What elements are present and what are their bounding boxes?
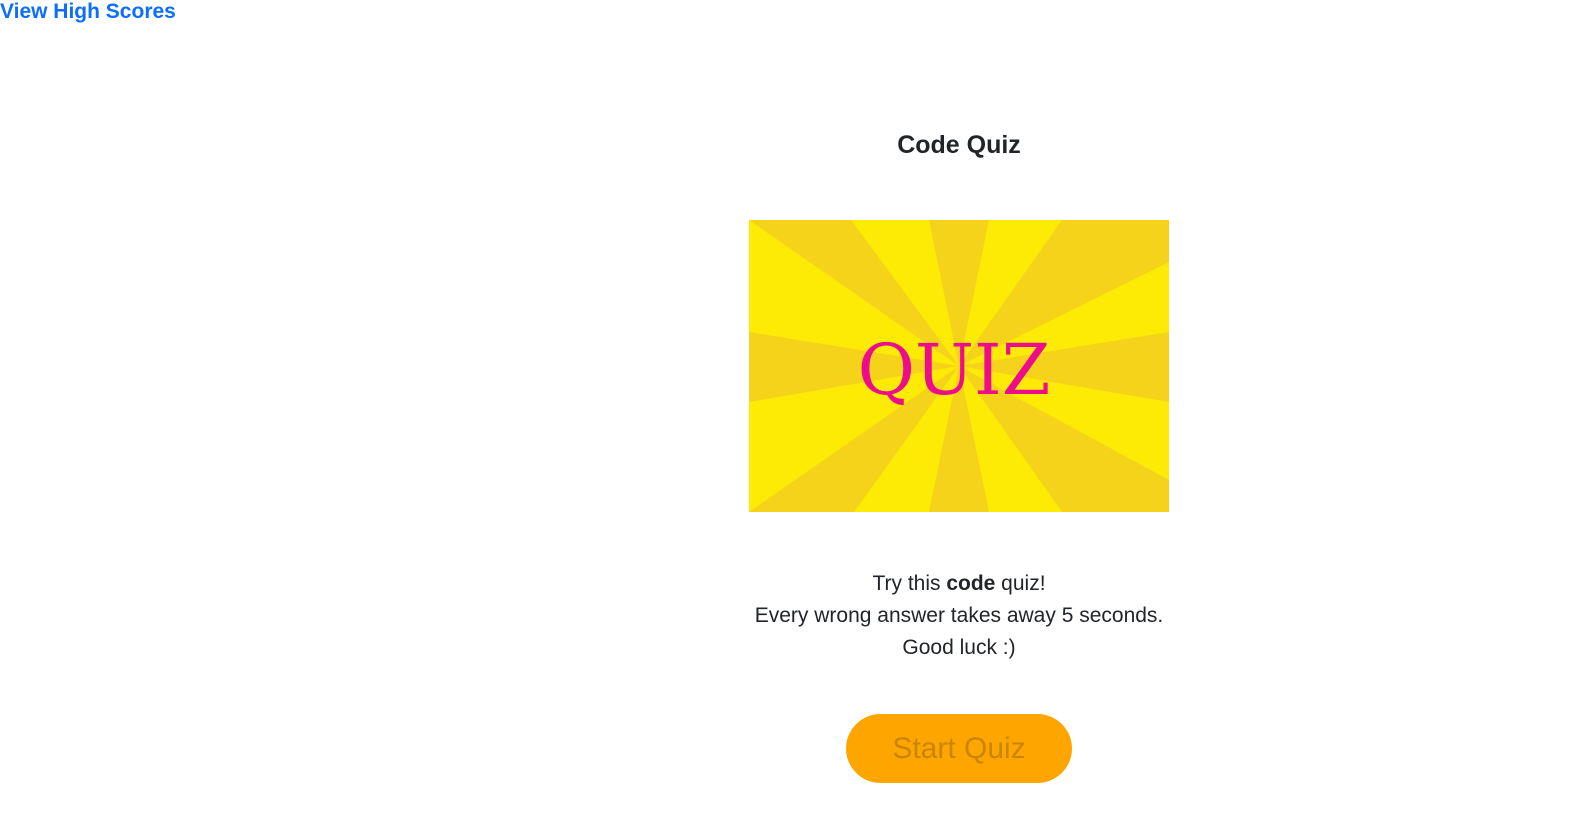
quiz-start-page: View High Scores Code Quiz QUIZ Try this… — [0, 0, 1569, 823]
instructions-emphasis: code — [946, 572, 996, 595]
quiz-banner-image: QUIZ — [749, 220, 1169, 512]
quiz-instructions: Try this code quiz! Every wrong answer t… — [755, 568, 1164, 664]
banner-quiz-text: QUIZ — [858, 329, 1051, 411]
instructions-text: Try this — [872, 572, 947, 595]
instructions-line-2: Every wrong answer takes away 5 seconds. — [754, 604, 1164, 627]
instructions-text: quiz! — [995, 572, 1046, 595]
instructions-line-3: Good luck :) — [902, 636, 1016, 659]
quiz-intro-panel: Code Quiz QUIZ Try this code quiz! Every… — [749, 127, 1169, 783]
view-high-scores-link[interactable]: View High Scores — [0, 0, 176, 24]
instructions-line-1: Try this code quiz! — [755, 568, 1164, 600]
start-quiz-button[interactable]: Start Quiz — [846, 714, 1072, 783]
page-title: Code Quiz — [897, 131, 1021, 159]
